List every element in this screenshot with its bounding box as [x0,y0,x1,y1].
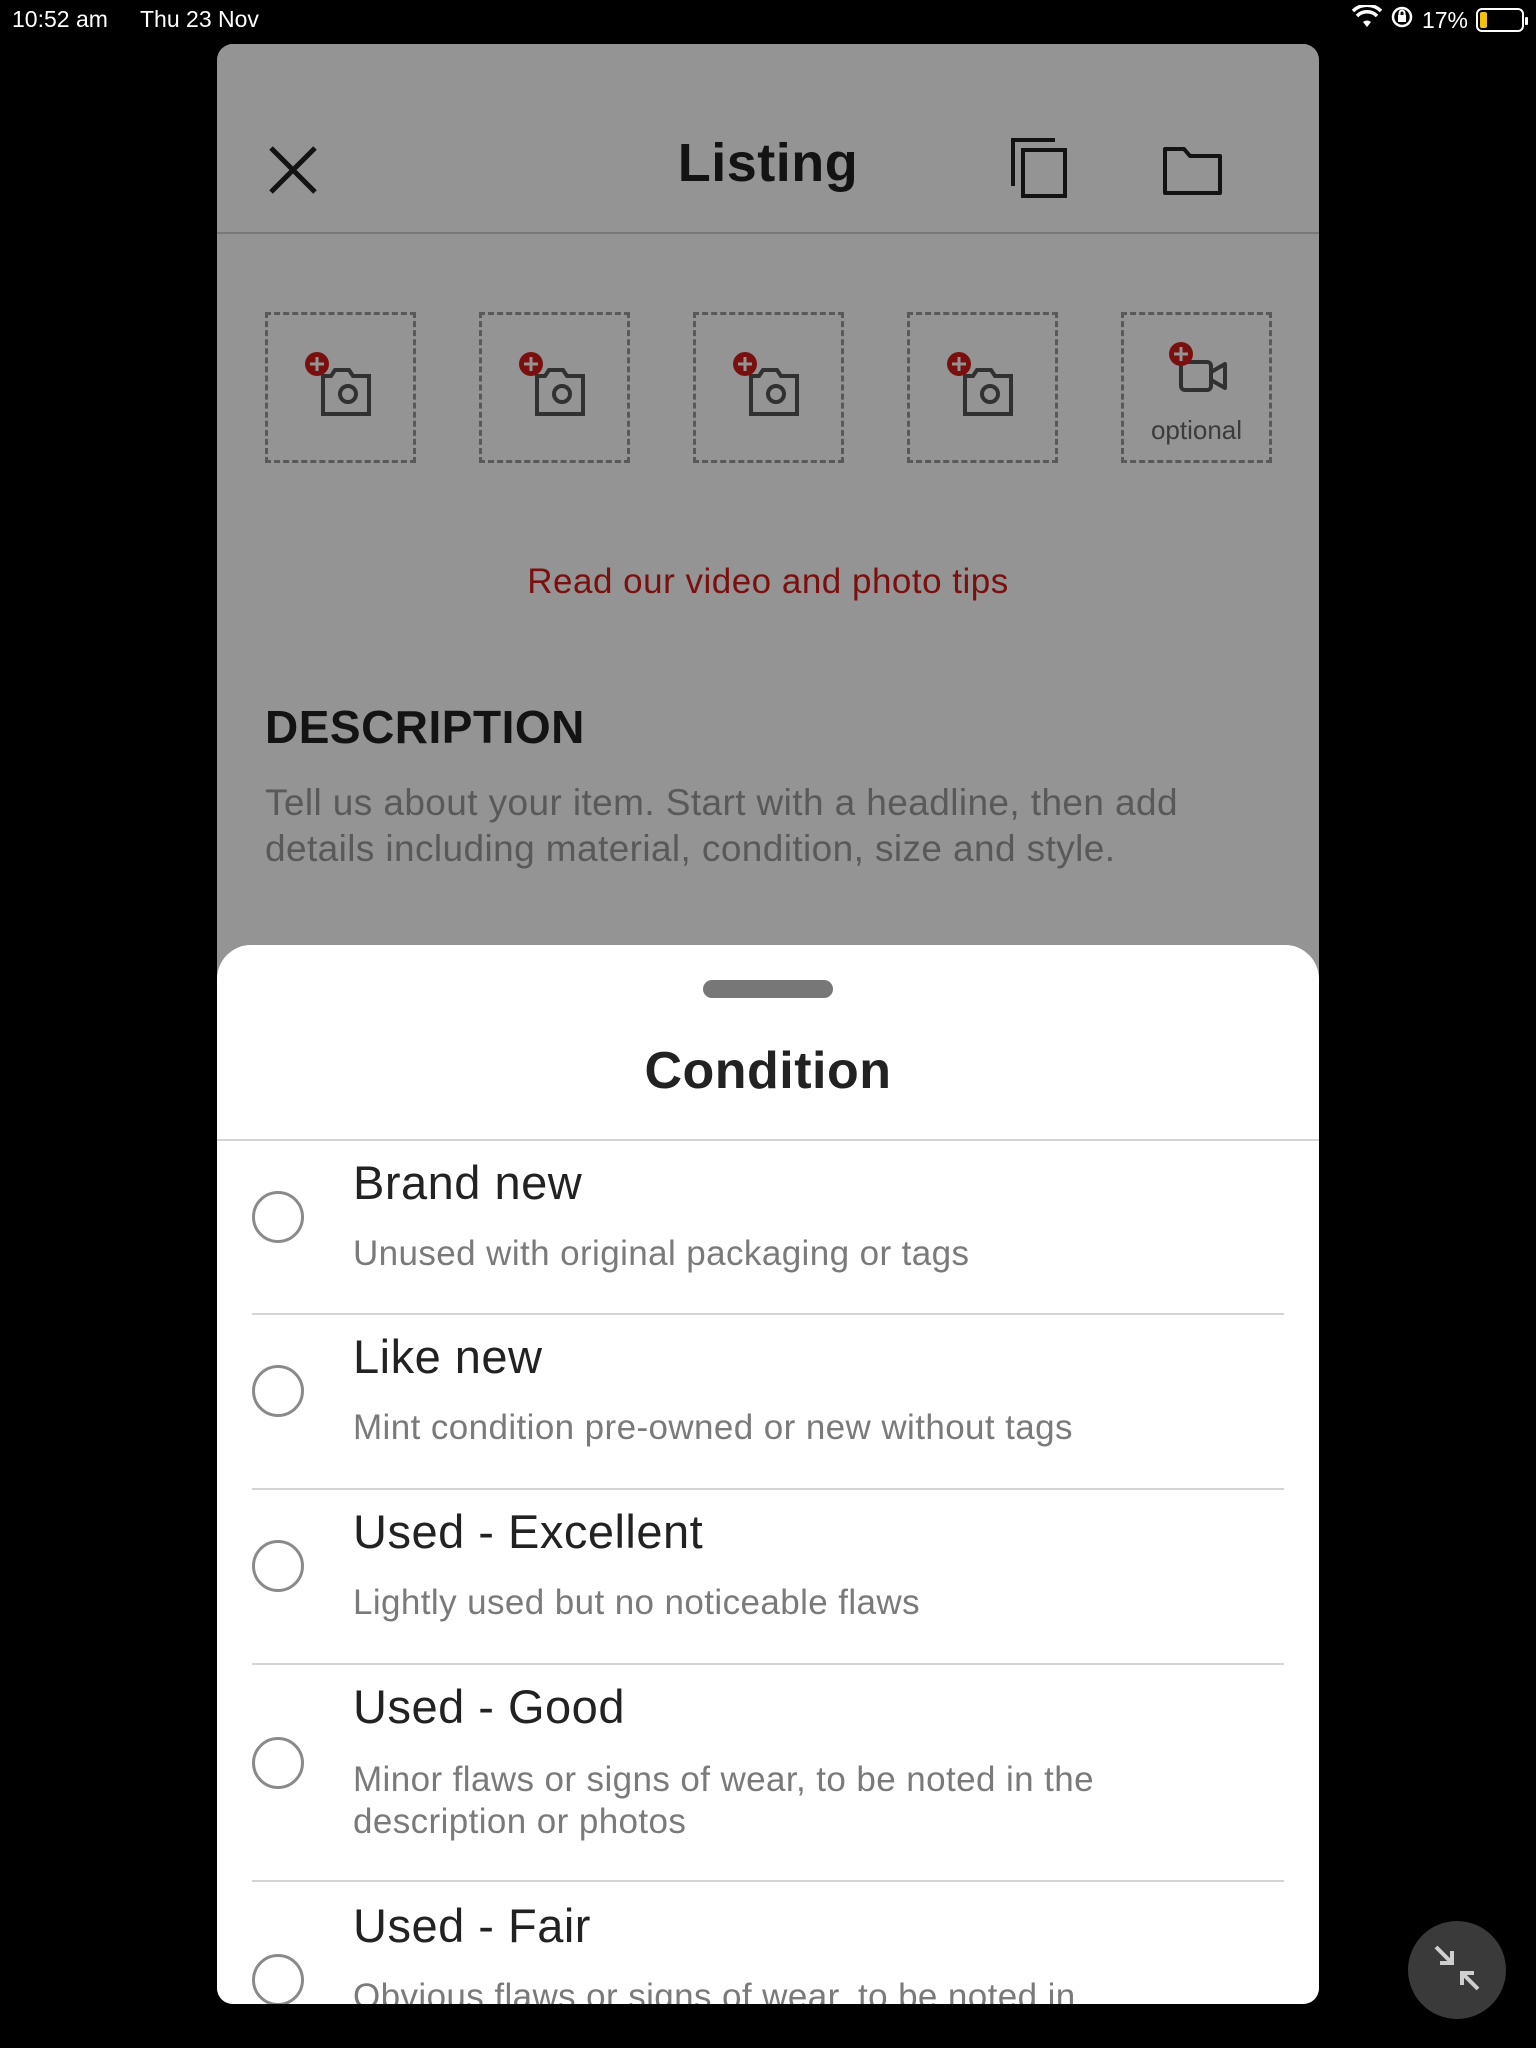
option-label: Used - Fair [353,1899,591,1952]
option-label: Like new [353,1330,543,1383]
battery-charging-icon [1476,8,1528,32]
condition-option-like-new[interactable]: Like new Mint condition pre-owned or new… [252,1315,1284,1490]
status-date: Thu 23 Nov [140,6,259,32]
lock-rotation-icon [1390,5,1414,35]
radio-button[interactable] [252,1365,304,1417]
condition-option-used-good[interactable]: Used - Good Minor flaws or signs of wear… [252,1665,1284,1882]
sheet-title: Condition [644,1042,892,1100]
option-label: Used - Good [353,1680,625,1733]
battery-fill [1480,12,1488,28]
option-label: Used - Excellent [353,1505,704,1558]
option-description: Lightly used but no noticeable flaws [353,1583,920,1622]
option-description: Mint condition pre-owned or new without … [353,1408,1073,1447]
condition-sheet: Condition Brand new Unused with original… [217,945,1319,2004]
wifi-icon [1351,3,1383,35]
radio-button[interactable] [252,1191,304,1243]
sheet-drag-handle[interactable] [703,980,833,998]
battery-percent: 17% [1421,6,1468,33]
radio-button[interactable] [252,1540,304,1592]
condition-option-used-excellent[interactable]: Used - Excellent Lightly used but no not… [252,1490,1284,1665]
option-description: Obvious flaws or signs of wear, to be no… [353,1977,1076,2004]
option-description: Unused with original packaging or tags [353,1234,970,1273]
condition-option-brand-new[interactable]: Brand new Unused with original packaging… [252,1141,1284,1315]
status-time: 10:52 am [12,6,108,32]
collapse-window-button[interactable] [1408,1921,1506,2019]
option-description: Minor flaws or signs of wear, to be note… [353,1760,1094,1841]
condition-options: Brand new Unused with original packaging… [217,1141,1319,2004]
collapse-arrows-icon [1430,1941,1484,2000]
radio-button[interactable] [252,1737,304,1789]
radio-button[interactable] [252,1954,304,2004]
status-bar: 10:52 am Thu 23 Nov 17% [0,0,1536,40]
listing-window: Listing optional Read our video and phot… [217,44,1319,2004]
condition-option-used-fair[interactable]: Used - Fair Obvious flaws or signs of we… [252,1882,1284,2004]
option-label: Brand new [353,1156,583,1209]
status-right: 17% [1351,3,1528,35]
